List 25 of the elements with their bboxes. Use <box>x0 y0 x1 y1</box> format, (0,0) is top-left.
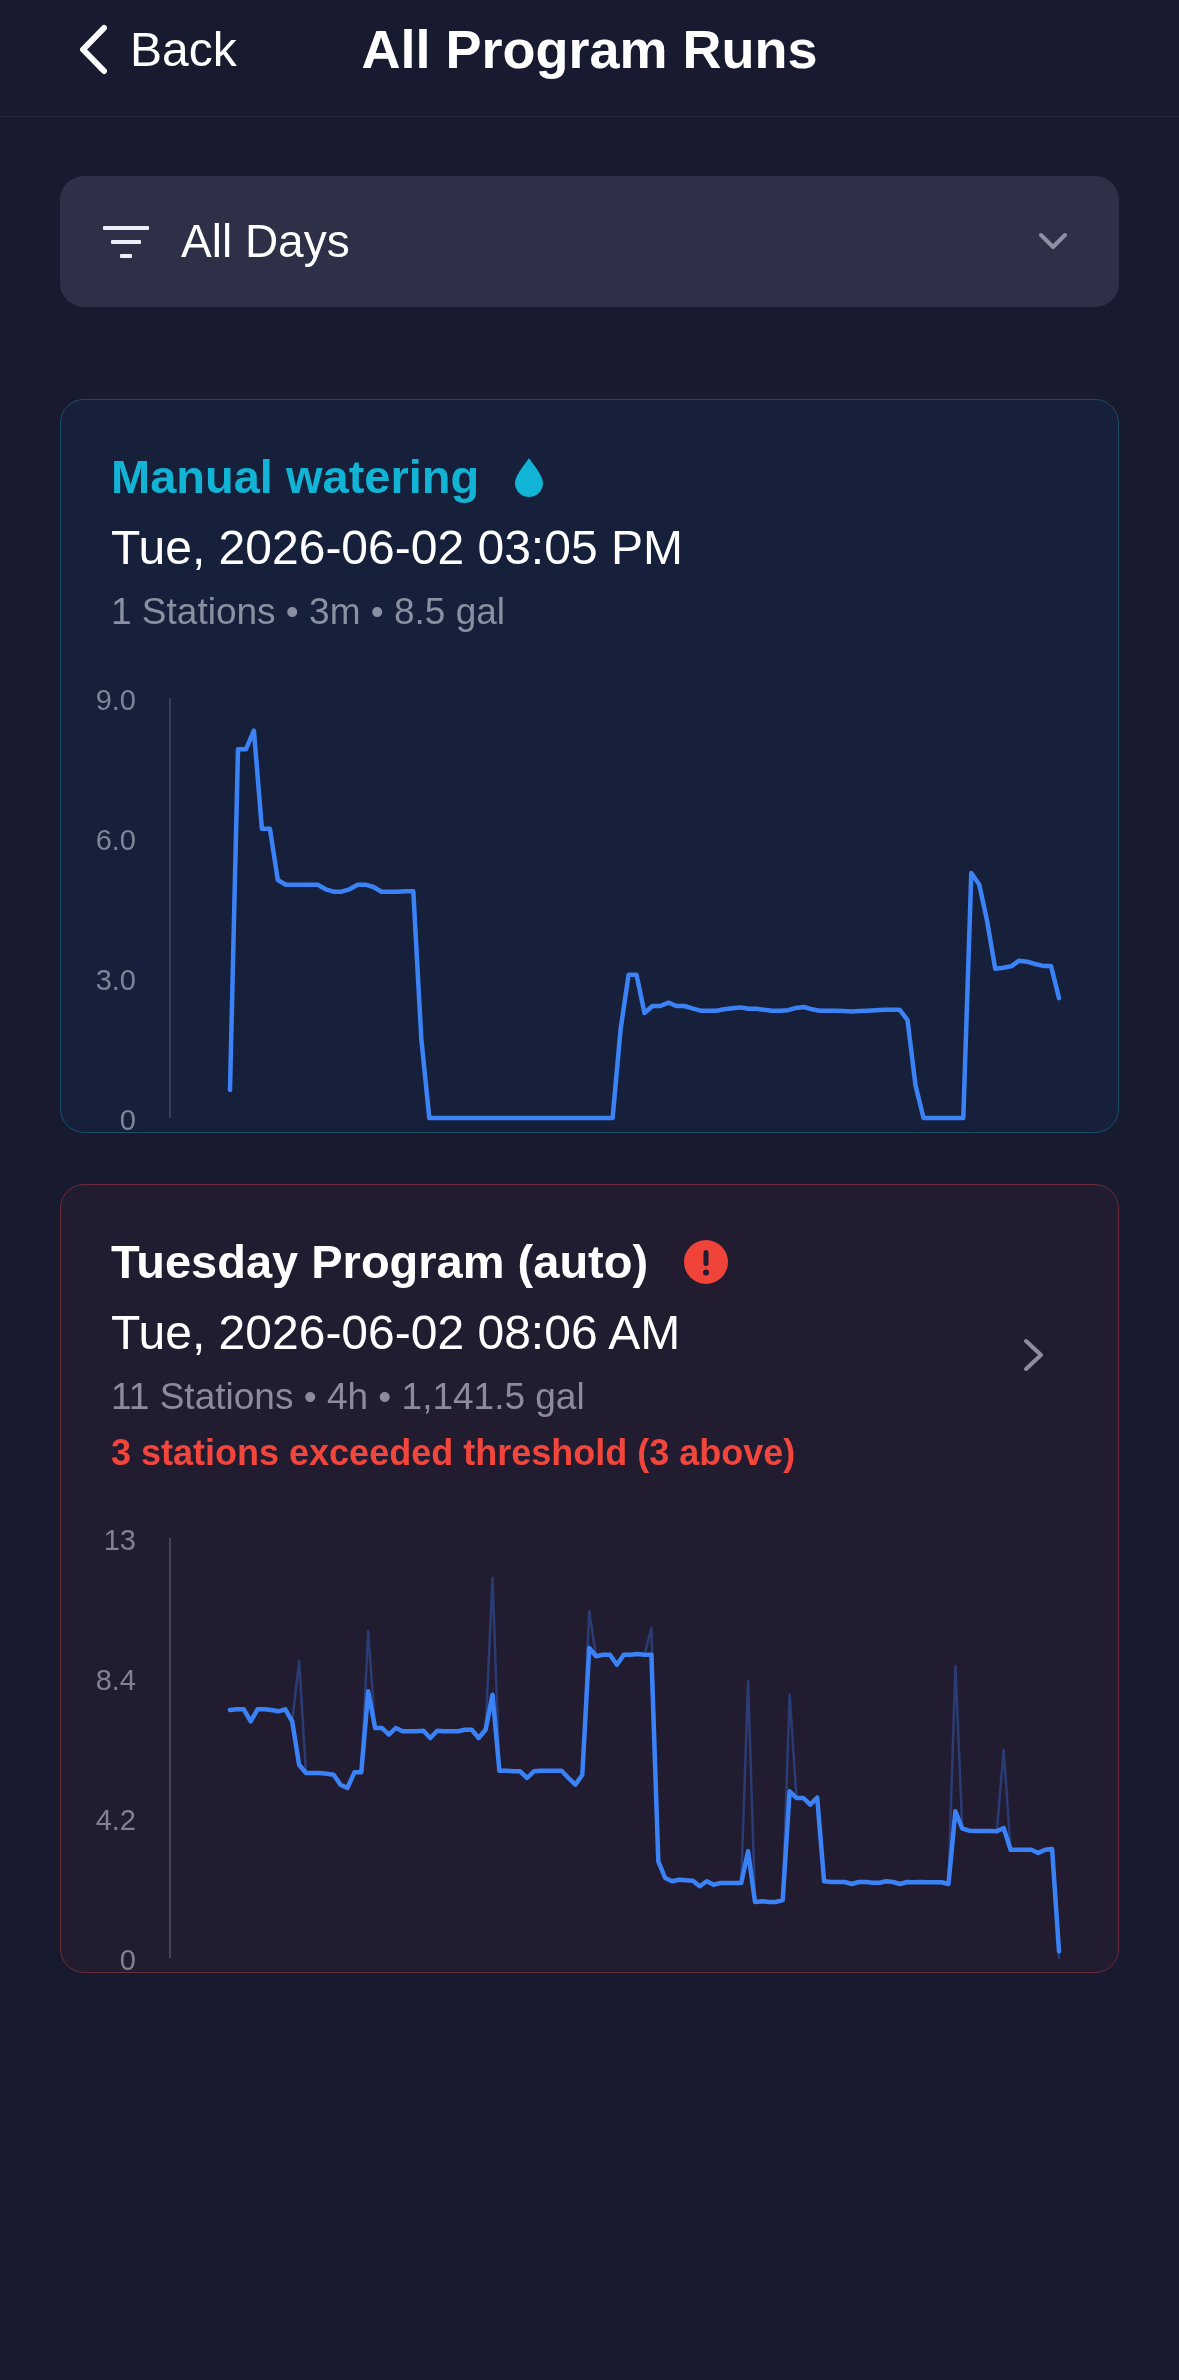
run-title: Tuesday Program (auto) <box>111 1234 649 1290</box>
run-datetime: Tue, 2026-06-02 03:05 PM <box>111 520 683 576</box>
run-card[interactable]: Tuesday Program (auto) Tue, 2026-06-02 08:06 AM 11 Stations • 4h • 1,141.5 gal 3 stations exceeded threshold (3 above) 0 4.2 8.4 13 <box>60 1184 1119 1973</box>
axis-tick-label: 3.0 <box>95 963 136 996</box>
chevron-right-icon[interactable] <box>1022 1337 1045 1372</box>
run-summary: 1 Stations • 3m • 8.5 gal <box>111 590 506 634</box>
filter-icon <box>103 225 149 258</box>
page-title: All Program Runs <box>361 18 818 81</box>
axis-tick-label: 0 <box>119 1943 136 1972</box>
axis-tick-label: 4.2 <box>95 1803 136 1836</box>
run-datetime: Tue, 2026-06-02 08:06 AM <box>111 1305 681 1361</box>
chevron-left-icon <box>78 24 108 75</box>
axis-tick-label: 0 <box>119 1103 136 1132</box>
chevron-down-icon <box>1038 232 1068 251</box>
run-summary: 11 Stations • 4h • 1,141.5 gal <box>111 1375 585 1419</box>
axis-tick-label: 9.0 <box>95 683 136 716</box>
water-drop-icon <box>515 457 544 497</box>
threshold-warning: 3 stations exceeded threshold (3 above) <box>111 1431 796 1475</box>
day-filter-dropdown[interactable]: All Days <box>60 176 1119 307</box>
axis-tick-label: 6.0 <box>95 823 136 856</box>
run-title: Manual watering <box>111 449 480 505</box>
back-button[interactable]: Back <box>78 21 237 78</box>
axis-tick-label: 8.4 <box>95 1663 136 1696</box>
exclamation-circle-icon <box>684 1240 729 1284</box>
axis-tick-label: 13 <box>103 1523 136 1556</box>
